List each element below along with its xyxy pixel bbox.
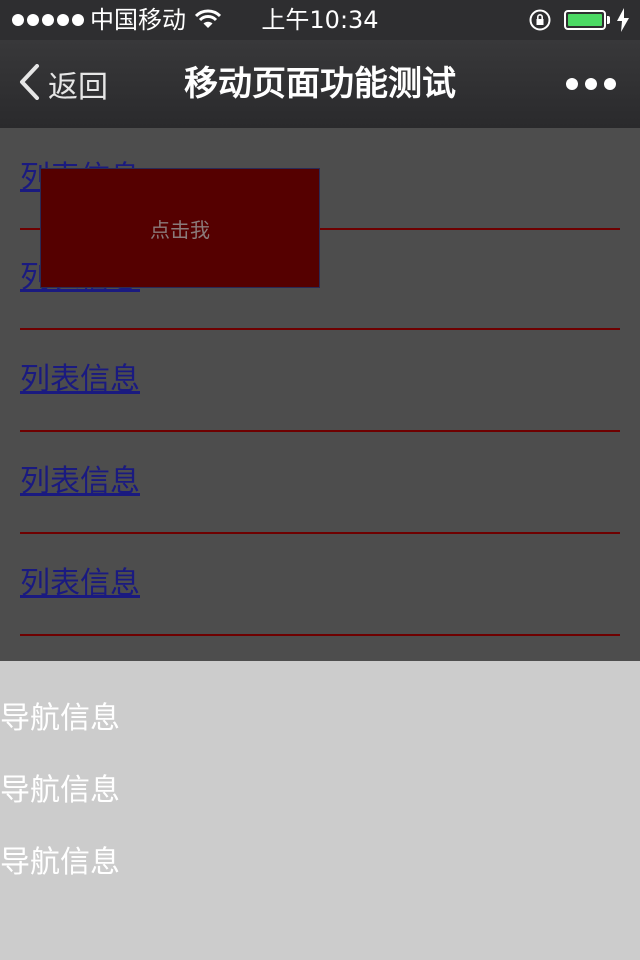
nav-item[interactable]: 导航信息 [0,765,120,809]
more-options-button[interactable] [566,74,616,94]
bottom-navigation: 导航信息 导航信息 导航信息 [0,661,640,960]
list-item: 列表信息 [20,534,620,636]
list-link[interactable]: 列表信息 [20,354,140,398]
battery-tip [607,16,610,24]
page-title: 移动页面功能测试 [184,64,456,104]
navigation-bar: 返回 移动页面功能测试 [0,40,640,128]
list-link[interactable]: 列表信息 [20,558,140,602]
nav-item[interactable]: 导航信息 [0,693,120,737]
charging-icon [616,8,630,38]
list-link[interactable]: 列表信息 [20,456,140,500]
status-bar: 中国移动 上午10:34 [0,0,640,40]
list-item: 列表信息 [20,330,620,432]
rotation-lock-icon [528,8,552,38]
nav-item[interactable]: 导航信息 [0,837,120,881]
click-me-button[interactable]: 点击我 [40,168,320,288]
list-item: 列表信息 [20,432,620,534]
battery-icon [564,10,606,30]
more-dots-icon [566,78,578,90]
